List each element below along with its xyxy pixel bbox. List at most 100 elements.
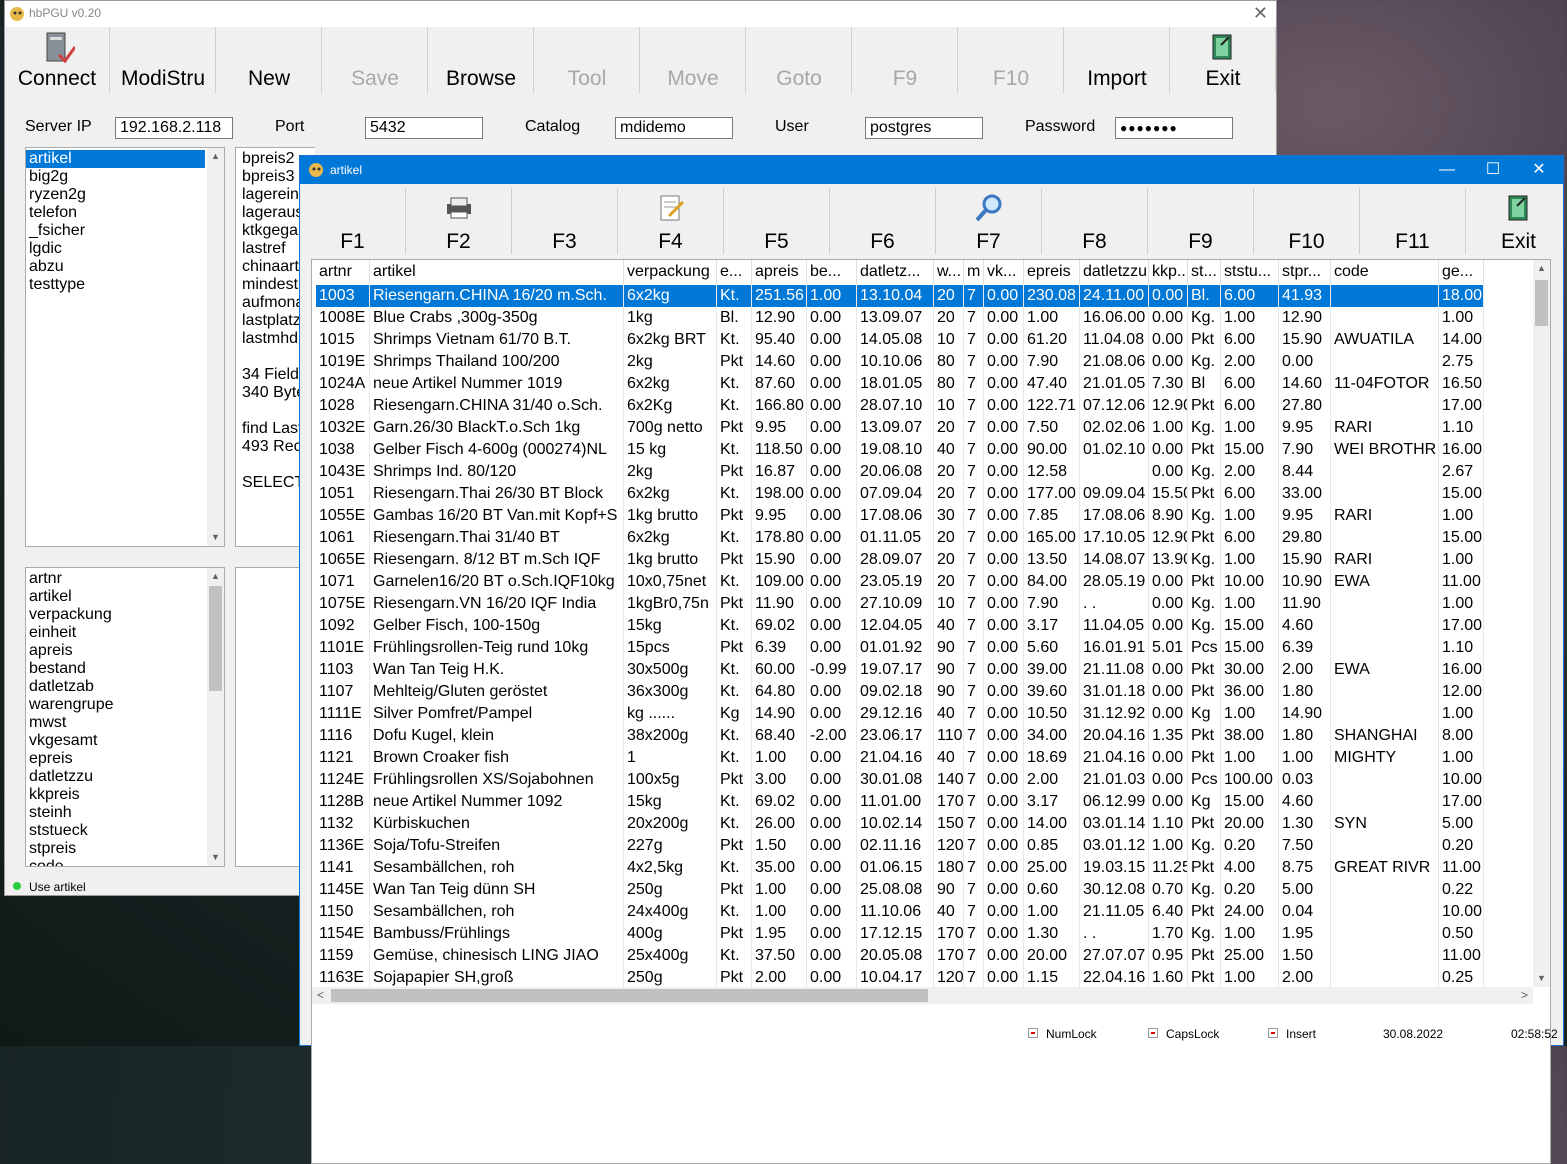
table-row[interactable]: 1028 Riesengarn.CHINA 31/40 o.Sch. 6x2Kg Kt…	[316, 395, 1484, 417]
import-button[interactable]: Import	[1065, 27, 1170, 93]
password-field[interactable]: ●●●●●●●	[1115, 117, 1233, 139]
table-row[interactable]: 1051 Riesengarn.Thai 26/30 BT Block 6x2kg K…	[316, 483, 1484, 505]
scroll-left-icon[interactable]: <	[312, 987, 329, 1004]
table-row[interactable]: 1116 Dofu Kugel, klein 38x200g Kt. 68.40 -2.0…	[316, 725, 1484, 747]
table-row[interactable]: 1121 Brown Croaker fish 1 Kt. 1.00 0.00 21.04.…	[316, 747, 1484, 769]
table-list-scrollbar[interactable]: ▲ ▼	[207, 148, 224, 546]
table-list-item[interactable]: artikel	[26, 150, 205, 168]
table-row[interactable]: 1015 Shrimps Vietnam 61/70 B.T. 6x2kg BRT K…	[316, 329, 1484, 351]
field-list-item[interactable]: mwst	[26, 714, 224, 732]
fkey-button-f1[interactable]: F1	[300, 188, 406, 254]
table-row[interactable]: 1103 Wan Tan Teig H.K. 30x500g Kt. 60.00 -0.9…	[316, 659, 1484, 681]
table-row[interactable]: 1075E Riesengarn.VN 16/20 IQF India 1kgBr0…	[316, 593, 1484, 615]
field-list-item[interactable]: stpreis	[26, 840, 224, 858]
browse-button[interactable]: Browse	[429, 27, 534, 93]
column-header[interactable]: artnr	[316, 260, 370, 284]
fkey-button-f11[interactable]: F11	[1360, 188, 1466, 254]
table-row[interactable]: 1024A neue Artikel Nummer 1019 6x2kg Kt. 87.…	[316, 373, 1484, 395]
server-ip-field[interactable]: 192.168.2.118	[115, 117, 233, 139]
table-list-item[interactable]: testtype	[26, 276, 224, 294]
column-header[interactable]: be...	[807, 260, 857, 284]
table-row[interactable]: 1128B neue Artikel Nummer 1092 15kg Kt. 69.0…	[316, 791, 1484, 813]
table-list-item[interactable]: telefon	[26, 204, 224, 222]
table-row[interactable]: 1055E Gambas 16/20 BT Van.mit Kopf+S 1kg b…	[316, 505, 1484, 527]
maximize-icon[interactable]: ☐	[1471, 158, 1515, 182]
save-button[interactable]: Save	[323, 27, 428, 93]
field-list-item[interactable]: artikel	[26, 588, 224, 606]
fkey-button-f8[interactable]: F8	[1042, 188, 1148, 254]
table-row[interactable]: 1150 Sesambällchen, roh 24x400g Kt. 1.00 0.00…	[316, 901, 1484, 923]
field-list-item[interactable]: vkgesamt	[26, 732, 224, 750]
move-button[interactable]: Move	[641, 27, 746, 93]
scroll-thumb[interactable]	[1535, 280, 1548, 326]
table-list-item[interactable]: abzu	[26, 258, 224, 276]
table-row[interactable]: 1003 Riesengarn.CHINA 16/20 m.Sch. 6x2kg Kt…	[316, 285, 1484, 307]
scroll-down-icon[interactable]: ▼	[1533, 970, 1550, 987]
table-row[interactable]: 1071 Garnelen16/20 BT o.Sch.IQF10kg 10x0,7…	[316, 571, 1484, 593]
scroll-down-icon[interactable]: ▼	[207, 529, 224, 546]
table-row[interactable]: 1008E Blue Crabs ,300g-350g 1kg Bl. 12.90 0.0…	[316, 307, 1484, 329]
field-list-item[interactable]: epreis	[26, 750, 224, 768]
table-row[interactable]: 1032E Garn.26/30 BlackT.o.Sch 1kg 700g net…	[316, 417, 1484, 439]
exit-button[interactable]: Exit	[1171, 27, 1276, 93]
modistru-button[interactable]: ModiStru	[111, 27, 216, 93]
table-row[interactable]: 1159 Gemüse, chinesisch LING JIAO 25x400g K…	[316, 945, 1484, 967]
fkey-button-f6[interactable]: F6	[830, 188, 936, 254]
grid-vscrollbar[interactable]: ▲ ▼	[1533, 260, 1550, 987]
field-list-item[interactable]: bestand	[26, 660, 224, 678]
fkey-button-exit[interactable]: Exit	[1466, 188, 1567, 254]
table-row[interactable]: 1132 Kürbiskuchen 20x200g Kt. 26.00 0.00 10.02…	[316, 813, 1484, 835]
fkey-button-f2[interactable]: F2	[406, 188, 512, 254]
fkey-button-f4[interactable]: F4	[618, 188, 724, 254]
table-row[interactable]: 1111E Silver Pomfret/Pampel kg ...... Kg 14.…	[316, 703, 1484, 725]
catalog-field[interactable]: mdidemo	[615, 117, 733, 139]
fkey-button-f9[interactable]: F9	[1148, 188, 1254, 254]
column-header[interactable]: datletzzu	[1080, 260, 1149, 284]
scroll-right-icon[interactable]: >	[1516, 987, 1533, 1004]
port-field[interactable]: 5432	[365, 117, 483, 139]
fkey-button-f10[interactable]: F10	[1254, 188, 1360, 254]
scroll-down-icon[interactable]: ▼	[207, 849, 224, 866]
column-header[interactable]: apreis	[752, 260, 807, 284]
connect-button[interactable]: Connect	[5, 27, 110, 93]
column-header[interactable]: code	[1331, 260, 1439, 284]
table-row[interactable]: 1038 Gelber Fisch 4-600g (000274)NL 15 kg K…	[316, 439, 1484, 461]
field-list-item[interactable]: steinh	[26, 804, 224, 822]
column-header[interactable]: ge...	[1439, 260, 1484, 284]
table-row[interactable]: 1043E Shrimps Ind. 80/120 2kg Pkt 16.87 0.00 2…	[316, 461, 1484, 483]
table-row[interactable]: 1154E Bambuss/Frühlings 400g Pkt 1.95 0.00 17.…	[316, 923, 1484, 945]
fkey-button-f3[interactable]: F3	[512, 188, 618, 254]
scroll-up-icon[interactable]: ▲	[207, 148, 224, 165]
field-list-scrollbar[interactable]: ▲ ▼	[207, 568, 224, 866]
column-header[interactable]: w...	[934, 260, 964, 284]
table-row[interactable]: 1101E Frühlingsrollen-Teig rund 10kg 15pcs…	[316, 637, 1484, 659]
table-row[interactable]: 1107 Mehlteig/Gluten geröstet 36x300g Kt. 64…	[316, 681, 1484, 703]
column-header[interactable]: stpr...	[1279, 260, 1331, 284]
column-header[interactable]: e...	[717, 260, 752, 284]
table-row[interactable]: 1145E Wan Tan Teig dünn SH 250g Pkt 1.00 0.00…	[316, 879, 1484, 901]
minimize-icon[interactable]: —	[1425, 158, 1469, 182]
scroll-thumb[interactable]	[331, 989, 928, 1002]
column-header[interactable]: datletz...	[857, 260, 934, 284]
column-header[interactable]: m	[964, 260, 984, 284]
field-list-item[interactable]: verpackung	[26, 606, 224, 624]
goto-button[interactable]: Goto	[747, 27, 852, 93]
scroll-thumb[interactable]	[209, 586, 222, 691]
table-row[interactable]: 1124E Frühlingsrollen XS/Sojabohnen 100x5g…	[316, 769, 1484, 791]
table-row[interactable]: 1061 Riesengarn.Thai 31/40 BT 6x2kg Kt. 178.…	[316, 527, 1484, 549]
field-list-item[interactable]: warengrupe	[26, 696, 224, 714]
f9-button[interactable]: F9	[853, 27, 958, 93]
tool-button[interactable]: Tool	[535, 27, 640, 93]
table-list-item[interactable]: big2g	[26, 168, 224, 186]
column-header[interactable]: st...	[1188, 260, 1221, 284]
field-list-item[interactable]: code	[26, 858, 224, 866]
fkey-button-f5[interactable]: F5	[724, 188, 830, 254]
table-list-item[interactable]: lgdic	[26, 240, 224, 258]
column-header[interactable]: verpackung	[624, 260, 717, 284]
field-list-item[interactable]: datletzab	[26, 678, 224, 696]
field-list-item[interactable]: apreis	[26, 642, 224, 660]
table-row[interactable]: 1136E Soja/Tofu-Streifen 227g Pkt 1.50 0.00 02…	[316, 835, 1484, 857]
table-list[interactable]: artikel big2g ryzen2g telefon _fsicher lgdic a…	[25, 147, 225, 547]
new-button[interactable]: New	[217, 27, 322, 93]
field-list-item[interactable]: datletzzu	[26, 768, 224, 786]
